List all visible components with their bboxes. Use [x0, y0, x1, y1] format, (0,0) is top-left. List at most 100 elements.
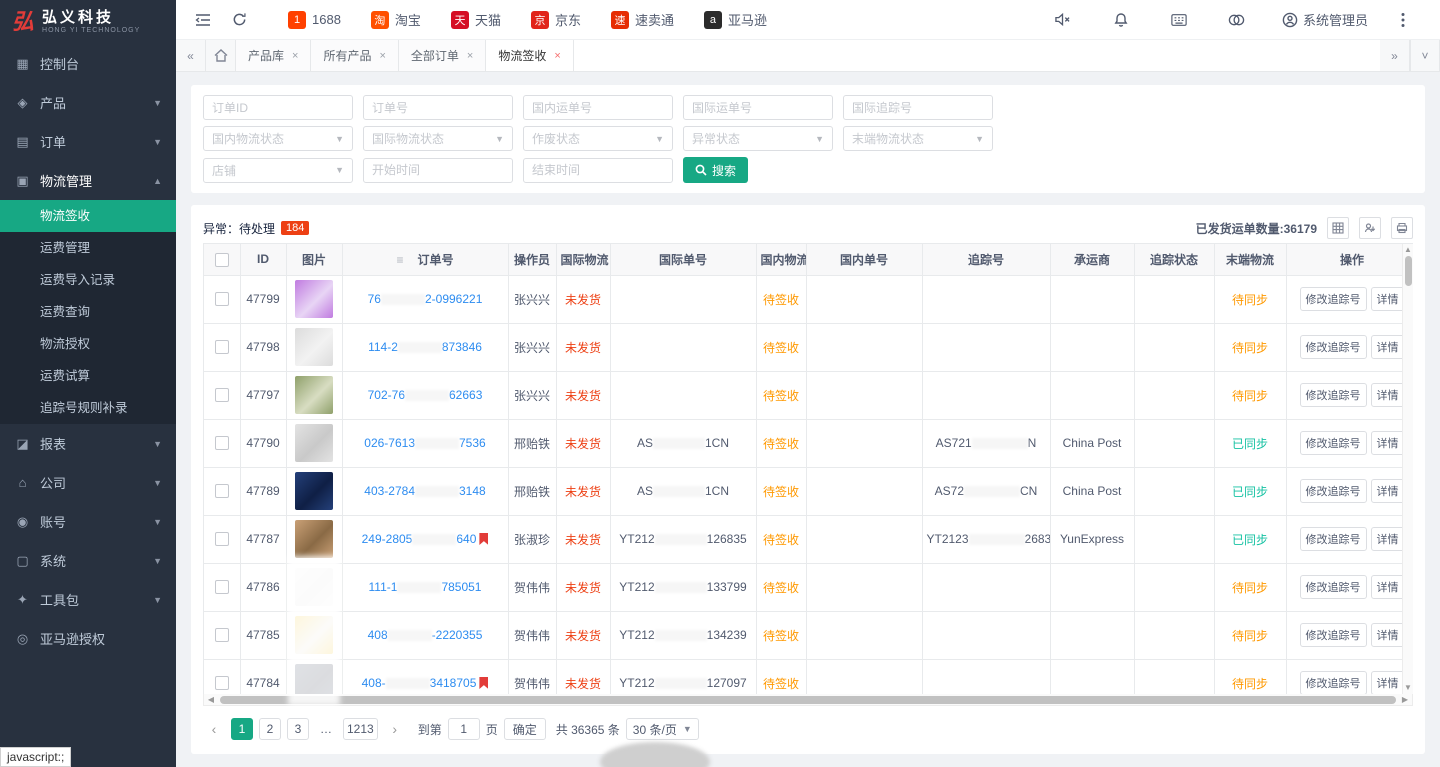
sidebar-item-order[interactable]: ▤订单▼: [0, 122, 176, 161]
edit-tracking-button[interactable]: 修改追踪号: [1300, 287, 1367, 311]
row-checkbox[interactable]: [215, 628, 229, 642]
row-checkbox[interactable]: [215, 340, 229, 354]
edit-tracking-button[interactable]: 修改追踪号: [1300, 479, 1367, 503]
platform-link-1688[interactable]: 11688: [288, 11, 341, 29]
page-ellipsis[interactable]: …: [315, 718, 337, 740]
tab-close-icon[interactable]: ×: [467, 50, 473, 62]
tabs-menu-icon[interactable]: ˅: [1410, 40, 1440, 71]
edit-tracking-button[interactable]: 修改追踪号: [1300, 575, 1367, 599]
scroll-down-icon[interactable]: ▼: [1403, 682, 1414, 694]
order-number-link[interactable]: 408-3418705: [362, 676, 477, 690]
row-checkbox[interactable]: [215, 484, 229, 498]
order-number-link[interactable]: 114-2873846: [368, 340, 482, 354]
tab-close-icon[interactable]: ×: [554, 50, 560, 62]
sidebar-subitem-freight-import[interactable]: 运费导入记录: [0, 264, 176, 296]
detail-button[interactable]: 详情: [1371, 575, 1405, 599]
platform-link-amazon[interactable]: a亚马逊: [704, 10, 767, 29]
platform-link-taobao[interactable]: 淘淘宝: [371, 10, 421, 29]
product-thumbnail[interactable]: [295, 472, 333, 510]
volume-mute-icon[interactable]: [1050, 7, 1076, 33]
row-checkbox[interactable]: [215, 436, 229, 450]
tab-logistics-sign[interactable]: 物流签收×: [486, 40, 573, 71]
exception-count-badge[interactable]: 184: [281, 221, 309, 235]
filter-select-void-status[interactable]: 作废状态▼: [523, 126, 673, 151]
edit-tracking-button[interactable]: 修改追踪号: [1300, 671, 1367, 694]
product-thumbnail[interactable]: [295, 376, 333, 414]
sidebar-item-product[interactable]: ◈产品▼: [0, 83, 176, 122]
prev-page-button[interactable]: ‹: [203, 718, 225, 740]
tab-close-icon[interactable]: ×: [379, 50, 385, 62]
row-checkbox[interactable]: [215, 292, 229, 306]
filter-select-exception-status[interactable]: 异常状态▼: [683, 126, 833, 151]
horizontal-scrollbar[interactable]: ◀ ▶: [203, 694, 1413, 706]
filter-input-intl-waybill[interactable]: [683, 95, 833, 120]
sidebar-subitem-freight-trial[interactable]: 运费试算: [0, 360, 176, 392]
tabs-scroll-left-icon[interactable]: «: [176, 40, 206, 71]
order-number-link[interactable]: 762-0996221: [368, 292, 483, 306]
filter-input-start-time[interactable]: [363, 158, 513, 183]
detail-button[interactable]: 详情: [1371, 431, 1405, 455]
sidebar-subitem-sign[interactable]: 物流签收: [0, 200, 176, 232]
detail-button[interactable]: 详情: [1371, 383, 1405, 407]
collapse-sidebar-icon[interactable]: [190, 7, 216, 33]
sidebar-subitem-freight-query[interactable]: 运费查询: [0, 296, 176, 328]
order-number-link[interactable]: 249-2805640: [362, 532, 477, 546]
product-thumbnail[interactable]: [295, 328, 333, 366]
sidebar-item-company[interactable]: ⌂公司▼: [0, 463, 176, 502]
tabs-scroll-right-icon[interactable]: »: [1380, 40, 1410, 71]
row-checkbox[interactable]: [215, 676, 229, 690]
sidebar-item-toolbox[interactable]: ✦工具包▼: [0, 580, 176, 619]
product-thumbnail[interactable]: [295, 520, 333, 558]
scroll-left-icon[interactable]: ◀: [204, 695, 218, 704]
platform-link-aliexpress[interactable]: 速速卖通: [611, 10, 674, 29]
tab-close-icon[interactable]: ×: [292, 50, 298, 62]
user-menu[interactable]: 系统管理员: [1282, 10, 1368, 29]
sidebar-item-account[interactable]: ◉账号▼: [0, 502, 176, 541]
tab-all-orders[interactable]: 全部订单×: [399, 40, 486, 71]
apps-grid-icon[interactable]: [1166, 7, 1192, 33]
tab-product-lib[interactable]: 产品库×: [236, 40, 311, 71]
tab-all-products[interactable]: 所有产品×: [311, 40, 398, 71]
print-icon[interactable]: [1391, 217, 1413, 239]
page-button-1213[interactable]: 1213: [343, 718, 378, 740]
edit-tracking-button[interactable]: 修改追踪号: [1300, 527, 1367, 551]
edit-tracking-button[interactable]: 修改追踪号: [1300, 335, 1367, 359]
order-number-link[interactable]: 702-7662663: [368, 388, 483, 402]
order-number-link[interactable]: 408-2220355: [368, 628, 483, 642]
filter-select-endpoint-status[interactable]: 末端物流状态▼: [843, 126, 993, 151]
detail-button[interactable]: 详情: [1371, 479, 1405, 503]
row-checkbox[interactable]: [215, 388, 229, 402]
edit-tracking-button[interactable]: 修改追踪号: [1300, 383, 1367, 407]
sidebar-item-amazon-auth[interactable]: ◎亚马逊授权: [0, 619, 176, 658]
product-thumbnail[interactable]: [295, 424, 333, 462]
more-options-icon[interactable]: [1390, 7, 1416, 33]
horizontal-scroll-thumb[interactable]: [220, 696, 1396, 704]
detail-button[interactable]: 详情: [1371, 671, 1405, 694]
filter-input-intl-tracking[interactable]: [843, 95, 993, 120]
product-thumbnail[interactable]: [295, 568, 333, 606]
next-page-button[interactable]: ›: [384, 718, 406, 740]
detail-button[interactable]: 详情: [1371, 527, 1405, 551]
order-number-link[interactable]: 403-27843148: [364, 484, 485, 498]
platform-link-tmall[interactable]: 天天猫: [451, 10, 501, 29]
vertical-scroll-thumb[interactable]: [1405, 256, 1412, 286]
sidebar-subitem-tracking-rule[interactable]: 追踪号规则补录: [0, 392, 176, 424]
product-thumbnail[interactable]: [295, 664, 333, 694]
order-number-link[interactable]: 111-1785051: [369, 580, 482, 594]
edit-tracking-button[interactable]: 修改追踪号: [1300, 623, 1367, 647]
page-button-2[interactable]: 2: [259, 718, 281, 740]
detail-button[interactable]: 详情: [1371, 623, 1405, 647]
column-settings-icon[interactable]: [1327, 217, 1349, 239]
filter-input-order-no[interactable]: [363, 95, 513, 120]
product-thumbnail[interactable]: [295, 616, 333, 654]
filter-select-domestic-status[interactable]: 国内物流状态▼: [203, 126, 353, 151]
scroll-up-icon[interactable]: ▲: [1403, 244, 1414, 256]
filter-input-order-id[interactable]: [203, 95, 353, 120]
sidebar-item-report[interactable]: ◪报表▼: [0, 424, 176, 463]
sort-icon[interactable]: ≡: [396, 253, 403, 267]
vertical-scrollbar[interactable]: ▲ ▼: [1402, 244, 1413, 694]
sidebar-item-dashboard[interactable]: ▦控制台: [0, 44, 176, 83]
filter-input-end-time[interactable]: [523, 158, 673, 183]
page-button-1[interactable]: 1: [231, 718, 253, 740]
detail-button[interactable]: 详情: [1371, 287, 1405, 311]
